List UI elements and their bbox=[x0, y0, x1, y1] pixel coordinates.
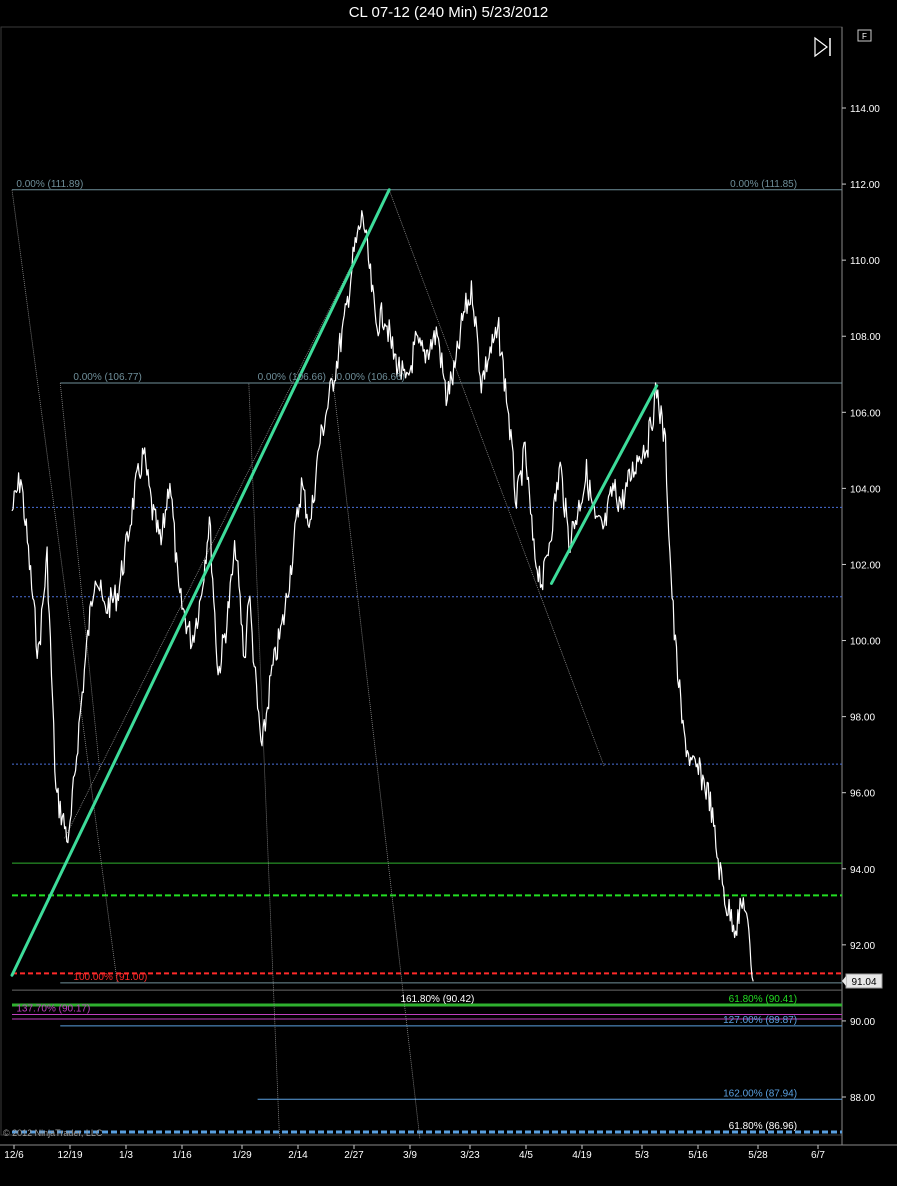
fib-label-5: 100.00% (91.00) bbox=[73, 972, 147, 983]
fib-label-7: 61.80% (90.41) bbox=[729, 994, 797, 1005]
fib-label-2: 0.00% (106.77) bbox=[73, 372, 141, 383]
fib-label-9: 127.00% (89.87) bbox=[723, 1015, 797, 1026]
x-tick-label-12: 5/16 bbox=[688, 1150, 708, 1161]
fib-label-11: 61.80% (86.96) bbox=[729, 1121, 797, 1132]
fib-label-10: 162.00% (87.94) bbox=[723, 1088, 797, 1099]
x-tick-label-8: 3/23 bbox=[460, 1150, 480, 1161]
x-tick-label-6: 2/27 bbox=[344, 1150, 364, 1161]
y-tick-label-0: 114.00 bbox=[850, 104, 880, 115]
fib-label-3: 0.00% (106.66) bbox=[258, 372, 326, 383]
price-axis: 114.00 112.00 110.00 108.00 106.00 104.00 102.… bbox=[842, 104, 881, 1104]
f-button-label: F bbox=[862, 32, 867, 41]
fib-label-0: 0.00% (111.89) bbox=[16, 179, 83, 190]
y-tick-label-12: 90.00 bbox=[850, 1017, 875, 1028]
x-tick-label-2: 1/3 bbox=[119, 1150, 133, 1161]
y-tick-label-3: 108.00 bbox=[850, 332, 881, 343]
last-price-marker: 91.04 bbox=[842, 973, 883, 989]
y-tick-label-6: 102.00 bbox=[850, 560, 881, 571]
fib-label-6: 161.80% (90.42) bbox=[400, 994, 474, 1005]
plot-area bbox=[0, 26, 843, 1136]
fib-label-4: 0.00% (106.66) bbox=[337, 372, 405, 383]
y-tick-label-8: 98.00 bbox=[850, 713, 875, 724]
x-tick-label-4: 1/29 bbox=[232, 1150, 252, 1161]
x-tick-label-5: 2/14 bbox=[288, 1150, 308, 1161]
last-price-label: 91.04 bbox=[851, 977, 876, 988]
f-button[interactable]: F bbox=[857, 29, 872, 42]
y-tick-label-4: 106.00 bbox=[850, 408, 881, 419]
x-tick-label-10: 4/19 bbox=[572, 1150, 592, 1161]
y-tick-label-7: 100.00 bbox=[850, 637, 881, 648]
y-tick-label-11: 92.00 bbox=[850, 941, 875, 952]
x-tick-label-7: 3/9 bbox=[403, 1150, 417, 1161]
x-tick-label-11: 5/3 bbox=[635, 1150, 649, 1161]
time-axis: 12/6 12/19 1/3 1/16 1/29 2/14 2/27 3/9 3/23 4/5 4/… bbox=[4, 1145, 825, 1161]
fib-label-1: 0.00% (111.85) bbox=[730, 179, 797, 190]
x-tick-label-9: 4/5 bbox=[519, 1150, 533, 1161]
x-tick-label-1: 12/19 bbox=[57, 1150, 82, 1161]
y-tick-label-10: 94.00 bbox=[850, 865, 875, 876]
y-tick-label-13: 88.00 bbox=[850, 1093, 875, 1104]
copyright-text: © 2012 NinjaTrader, LLC bbox=[3, 1128, 103, 1138]
last-price-pointer bbox=[842, 976, 846, 986]
x-tick-label-0: 12/6 bbox=[4, 1150, 24, 1161]
price-chart[interactable]: 0.00% (111.89) 0.00% (111.85) 0.00% (106.7… bbox=[0, 0, 897, 1186]
x-tick-label-3: 1/16 bbox=[172, 1150, 192, 1161]
y-tick-label-2: 110.00 bbox=[850, 256, 880, 267]
chart-window: CL 07-12 (240 Min) 5/23/2012 0.00% (111.… bbox=[0, 0, 897, 1186]
x-tick-label-14: 6/7 bbox=[811, 1150, 825, 1161]
x-tick-label-13: 5/28 bbox=[748, 1150, 768, 1161]
y-tick-label-9: 96.00 bbox=[850, 789, 875, 800]
y-tick-label-1: 112.00 bbox=[850, 180, 880, 191]
skip-to-end-icon[interactable] bbox=[812, 36, 836, 58]
y-tick-label-5: 104.00 bbox=[850, 484, 881, 495]
fib-label-8: 137.70% (90.17) bbox=[16, 1003, 90, 1014]
